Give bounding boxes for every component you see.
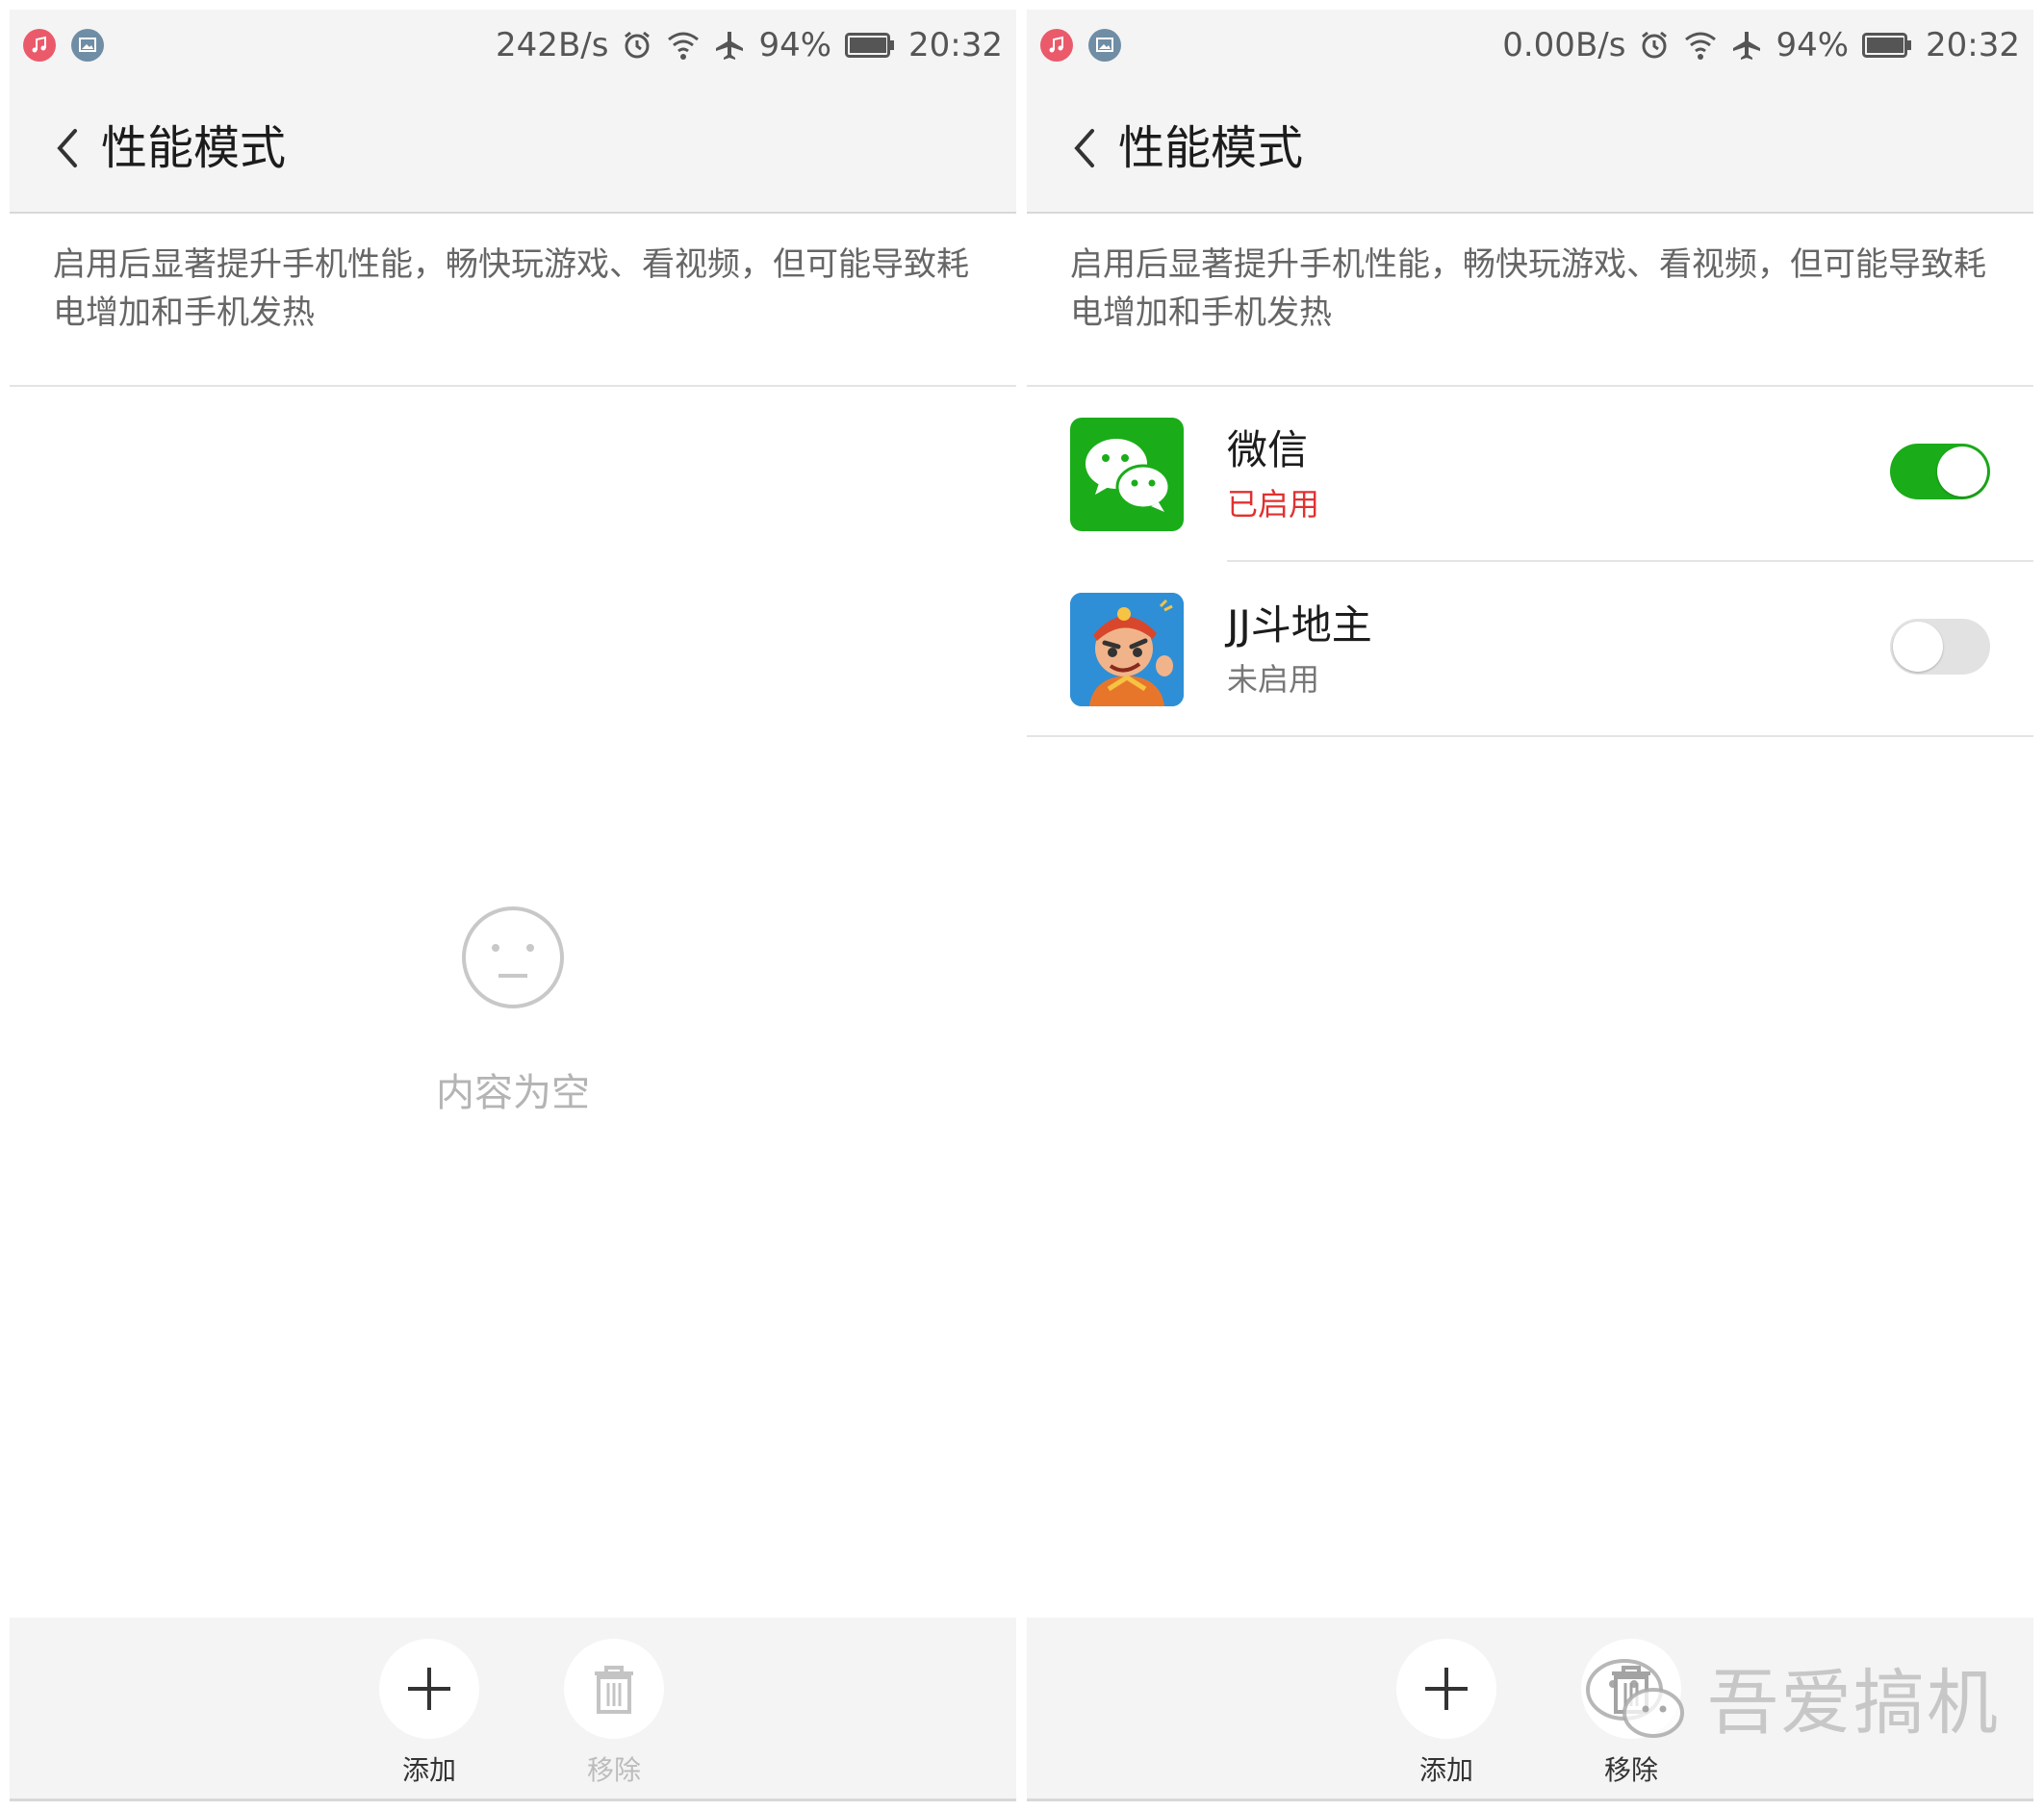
alarm-icon: [1642, 31, 1668, 59]
watermark: 吾爱搞机: [1578, 1645, 2000, 1748]
wechat-app-icon: [1070, 418, 1184, 531]
mode-description: 启用后显著提升手机性能，畅快玩游戏、看视频，但可能导致耗电增加和手机发热: [1070, 245, 1986, 332]
battery-percent: 94%: [758, 26, 832, 64]
screenshot-notification-icon: [71, 29, 104, 62]
page-title: 性能模式: [1118, 121, 1304, 175]
wifi-icon: [668, 32, 700, 60]
trash-icon: [595, 1666, 633, 1714]
back-arrow-icon[interactable]: [1065, 125, 1104, 171]
jj-doudizhu-app-icon: [1070, 593, 1184, 706]
network-speed: 242B/s: [496, 26, 609, 64]
mode-description: 启用后显著提升手机性能，畅快玩游戏、看视频，但可能导致耗电增加和手机发热: [53, 245, 969, 332]
music-notification-icon: [1040, 29, 1073, 62]
plus-icon: [1425, 1668, 1468, 1710]
clock: 20:32: [908, 26, 1003, 64]
list-item: JJ斗地主 未启用: [1027, 562, 2033, 735]
remove-label: 移除: [1603, 1754, 1658, 1786]
battery-icon: [845, 33, 895, 58]
title-bar: 性能模式: [10, 81, 1016, 214]
app-status: 未启用: [1227, 661, 1320, 698]
airplane-mode-icon: [716, 32, 744, 60]
left-screen: 242B/s 94% 20:32 性能模式 启用后显著提升手机性能，畅快玩游戏、…: [10, 10, 1016, 1801]
status-bar: 0.00B/s 94% 20:32: [1027, 10, 2033, 81]
performance-toggle-jj-doudizhu[interactable]: [1890, 619, 1990, 675]
plus-icon: [408, 1668, 450, 1710]
add-label: 添加: [1418, 1754, 1473, 1786]
divider: [10, 1798, 1016, 1801]
empty-face-icon: [462, 906, 564, 1008]
app-status: 已启用: [1227, 486, 1320, 523]
alarm-icon: [625, 31, 651, 59]
right-screen: 0.00B/s 94% 20:32 性能模式 启用后显著提升手机性能，畅快玩游戏…: [1027, 10, 2033, 1801]
title-bar: 性能模式: [1027, 81, 2033, 214]
list-item: 微信 已启用: [1027, 387, 2033, 560]
page-title: 性能模式: [101, 121, 287, 175]
divider: [10, 385, 1016, 387]
watermark-text: 吾爱搞机: [1707, 1662, 2000, 1745]
toggle-knob: [1937, 446, 1987, 497]
clock: 20:32: [1926, 26, 2020, 64]
divider: [1027, 1798, 2033, 1801]
wifi-icon: [1685, 32, 1717, 60]
divider: [1027, 735, 2033, 737]
screenshot-notification-icon: [1088, 29, 1121, 62]
app-name: 微信: [1227, 426, 1309, 473]
airplane-mode-icon: [1733, 32, 1761, 60]
music-notification-icon: [23, 29, 56, 62]
network-speed: 0.00B/s: [1502, 26, 1626, 64]
add-button[interactable]: 添加: [376, 1639, 482, 1787]
battery-icon: [1862, 33, 1912, 58]
status-bar: 242B/s 94% 20:32: [10, 10, 1016, 81]
add-label: 添加: [401, 1754, 456, 1786]
add-button[interactable]: 添加: [1393, 1639, 1499, 1787]
empty-state-text: 内容为空: [436, 1071, 590, 1115]
toggle-knob: [1893, 622, 1943, 672]
bottom-action-bar: 添加 移除: [10, 1618, 1016, 1801]
remove-button[interactable]: 移除: [561, 1639, 667, 1787]
wechat-watermark-icon: [1586, 1658, 1684, 1738]
app-name: JJ斗地主: [1227, 601, 1372, 649]
remove-label: 移除: [586, 1754, 641, 1786]
performance-toggle-wechat[interactable]: [1890, 444, 1990, 499]
back-arrow-icon[interactable]: [48, 125, 87, 171]
battery-percent: 94%: [1776, 26, 1850, 64]
